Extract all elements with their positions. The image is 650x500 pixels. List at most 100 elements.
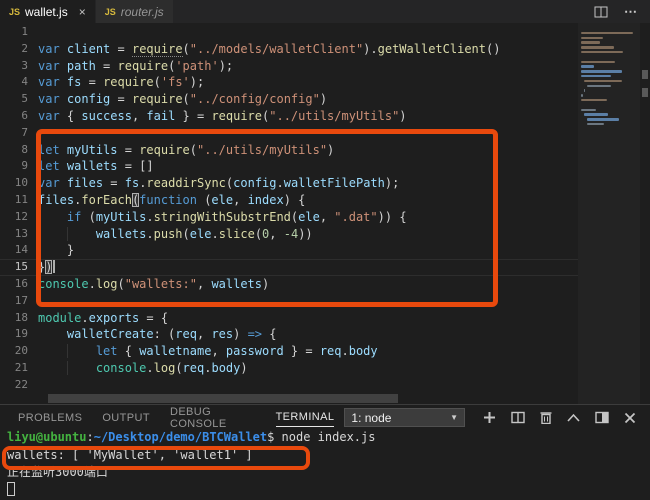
code-line: 7 — [0, 125, 578, 142]
line-number: 15 — [0, 259, 38, 276]
code-text: var path = require('path'); — [38, 58, 233, 75]
code-line: 2var client = require("../models/walletC… — [0, 41, 578, 58]
minimap-line — [581, 65, 594, 68]
js-icon: JS — [105, 7, 116, 17]
code-text: var client = require("../models/walletCl… — [38, 41, 500, 58]
code-line: 5var config = require("../config/config"… — [0, 91, 578, 108]
terminal-line — [7, 482, 650, 500]
line-number: 2 — [0, 41, 38, 58]
panel-tab-label: OUTPUT — [102, 412, 150, 424]
line-number: 22 — [0, 377, 38, 394]
tab-router-js[interactable]: JS router.js — [96, 0, 173, 23]
minimap-line — [584, 80, 623, 83]
code-line: 20 let { walletname, password } = req.bo… — [0, 343, 578, 360]
code-line: 15}) — [0, 259, 578, 276]
panel-tab-output[interactable]: OUTPUT — [92, 405, 160, 430]
code-line: 14 } — [0, 242, 578, 259]
editor-tab-bar: JS wallet.js × JS router.js ⋯ — [0, 0, 650, 23]
line-number: 21 — [0, 360, 38, 377]
code-line: 17 — [0, 293, 578, 310]
maximize-panel-icon[interactable] — [567, 413, 580, 422]
minimap-line — [581, 41, 600, 44]
close-panel-icon[interactable] — [624, 412, 636, 424]
minimap-line — [587, 118, 619, 121]
code-text: } — [38, 242, 74, 259]
new-terminal-icon[interactable] — [483, 411, 496, 424]
minimap-line — [587, 85, 612, 88]
close-icon[interactable]: × — [79, 5, 86, 19]
panel-tab-row: PROBLEMS OUTPUT DEBUG CONSOLE TERMINAL 1: n… — [0, 405, 650, 430]
minimap-line — [581, 32, 633, 35]
line-number: 1 — [0, 24, 38, 41]
line-number: 8 — [0, 142, 38, 159]
code-line: 21 console.log(req.body) — [0, 360, 578, 377]
code-line: 22 — [0, 377, 578, 394]
terminal-line: 正在监听3000端口 — [7, 464, 650, 482]
terminal-output[interactable]: liyu@ubuntu:~/Desktop/demo/BTCWallet$ no… — [0, 429, 650, 500]
move-panel-icon[interactable] — [595, 411, 609, 424]
code-text: let { walletname, password } = req.body — [38, 343, 378, 360]
code-text: var { success, fail } = require("../util… — [38, 108, 407, 125]
code-text: let wallets = [] — [38, 158, 154, 175]
code-line: 9let wallets = [] — [0, 158, 578, 175]
line-number: 6 — [0, 108, 38, 125]
panel-tab-label: DEBUG CONSOLE — [170, 406, 256, 430]
minimap-line — [581, 61, 615, 64]
code-line: 1 — [0, 24, 578, 41]
panel-tab-terminal[interactable]: TERMINAL — [266, 405, 345, 430]
code-text: walletCreate: (req, res) => { — [38, 326, 276, 343]
code-text: wallets.push(ele.slice(0, -4)) — [38, 226, 313, 243]
line-number: 14 — [0, 242, 38, 259]
minimap-line — [581, 37, 603, 40]
scrollbar-mark — [642, 70, 648, 79]
horizontal-scrollbar[interactable] — [48, 394, 398, 403]
tab-wallet-js[interactable]: JS wallet.js × — [0, 0, 95, 23]
minimap-line — [581, 51, 623, 54]
line-number: 3 — [0, 58, 38, 75]
panel-tab-problems[interactable]: PROBLEMS — [8, 405, 92, 430]
minimap-line — [581, 109, 596, 112]
code-line: 19 walletCreate: (req, res) => { — [0, 326, 578, 343]
vertical-scrollbar[interactable] — [640, 23, 650, 404]
terminal-line: liyu@ubuntu:~/Desktop/demo/BTCWallet$ no… — [7, 429, 650, 447]
minimap-line — [581, 99, 607, 102]
code-line: 18module.exports = { — [0, 310, 578, 327]
line-number: 4 — [0, 74, 38, 91]
minimap[interactable] — [578, 23, 640, 404]
code-line: 10var files = fs.readdirSync(config.wall… — [0, 175, 578, 192]
split-terminal-icon[interactable] — [511, 411, 525, 424]
code-line: 11files.forEach(function (ele, index) { — [0, 192, 578, 209]
code-line: 12 if (myUtils.stringWithSubstrEnd(ele, … — [0, 209, 578, 226]
line-number: 18 — [0, 310, 38, 327]
code-text: console.log(req.body) — [38, 360, 248, 377]
terminal-cursor — [7, 482, 15, 496]
code-line: 8let myUtils = require("../utils/myUtils… — [0, 142, 578, 159]
line-number: 7 — [0, 125, 38, 142]
line-number: 17 — [0, 293, 38, 310]
terminal-select[interactable]: 1: node ▼ — [344, 408, 465, 427]
code-line: 4var fs = require('fs'); — [0, 74, 578, 91]
kill-terminal-icon[interactable] — [540, 411, 552, 424]
minimap-line — [581, 75, 611, 78]
code-text: var config = require("../config/config") — [38, 91, 327, 108]
minimap-line — [584, 89, 585, 92]
line-number: 20 — [0, 343, 38, 360]
code-text: files.forEach(function (ele, index) { — [38, 192, 305, 209]
line-number: 11 — [0, 192, 38, 209]
line-number: 5 — [0, 91, 38, 108]
more-actions-icon[interactable]: ⋯ — [624, 4, 638, 20]
line-number: 12 — [0, 209, 38, 226]
line-number: 16 — [0, 276, 38, 293]
panel-tab-debug-console[interactable]: DEBUG CONSOLE — [160, 405, 266, 430]
code-editor[interactable]: 12var client = require("../models/wallet… — [0, 23, 578, 404]
tab-label: wallet.js — [25, 5, 68, 19]
js-icon: JS — [9, 7, 20, 17]
editor-actions: ⋯ — [594, 0, 650, 23]
text-cursor — [53, 260, 55, 273]
minimap-line — [587, 123, 604, 126]
terminal-select-value: 1: node — [351, 411, 391, 425]
line-number: 13 — [0, 226, 38, 243]
split-editor-icon[interactable] — [594, 5, 608, 19]
code-line: 13 wallets.push(ele.slice(0, -4)) — [0, 226, 578, 243]
minimap-line — [581, 70, 622, 73]
